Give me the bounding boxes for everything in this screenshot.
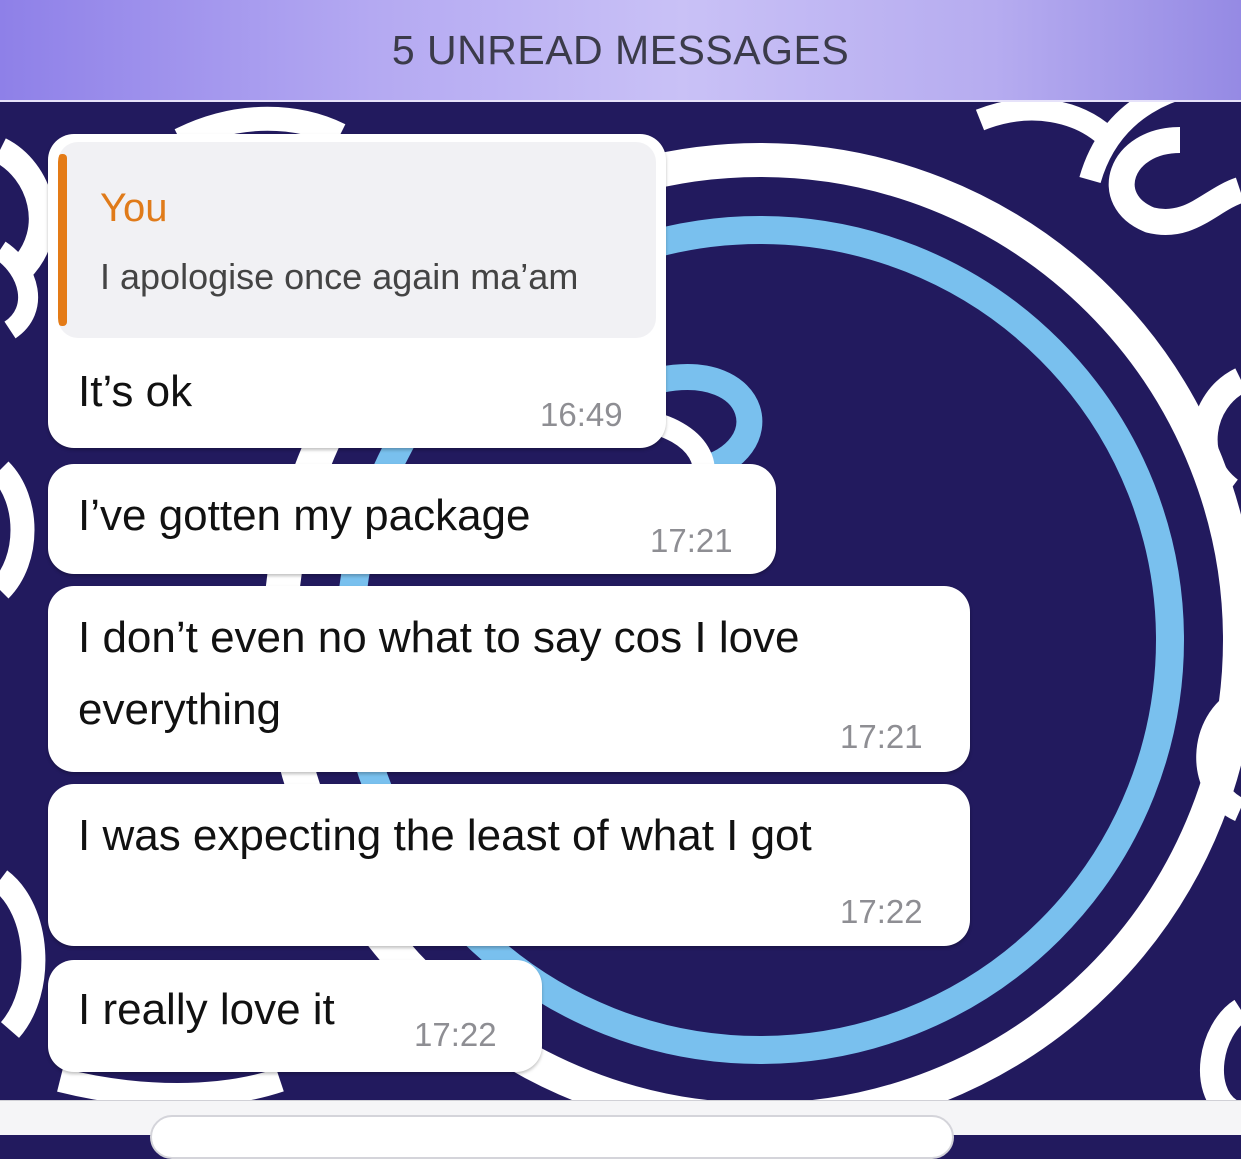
message-text-5: I really love it	[78, 985, 335, 1034]
unread-messages-banner: 5 UNREAD MESSAGES	[0, 0, 1241, 102]
message-text-2: I’ve gotten my package	[78, 491, 531, 540]
message-time-1: 16:49	[540, 396, 623, 433]
unread-messages-label: 5 UNREAD MESSAGES	[391, 26, 850, 73]
reply-accent-bar	[58, 154, 67, 326]
quoted-reply[interactable]: You I apologise once again ma’am	[58, 142, 656, 338]
message-text-1: It’s ok	[78, 367, 193, 416]
message-input[interactable]	[150, 1115, 954, 1159]
composer-bar	[0, 1100, 1241, 1159]
message-time-5: 17:22	[414, 1016, 497, 1053]
message-text-3-line-2: everything	[78, 685, 282, 734]
message-time-2: 17:21	[650, 522, 733, 559]
quoted-reply-author: You	[100, 186, 168, 230]
message-bubble-4[interactable]	[48, 784, 970, 946]
quoted-reply-text: I apologise once again ma’am	[100, 256, 579, 297]
message-time-3: 17:21	[840, 718, 923, 755]
message-text-3-line-1: I don’t even no what to say cos I love	[78, 613, 800, 662]
message-time-4: 17:22	[840, 893, 923, 930]
message-text-4: I was expecting the least of what I got	[78, 811, 812, 860]
